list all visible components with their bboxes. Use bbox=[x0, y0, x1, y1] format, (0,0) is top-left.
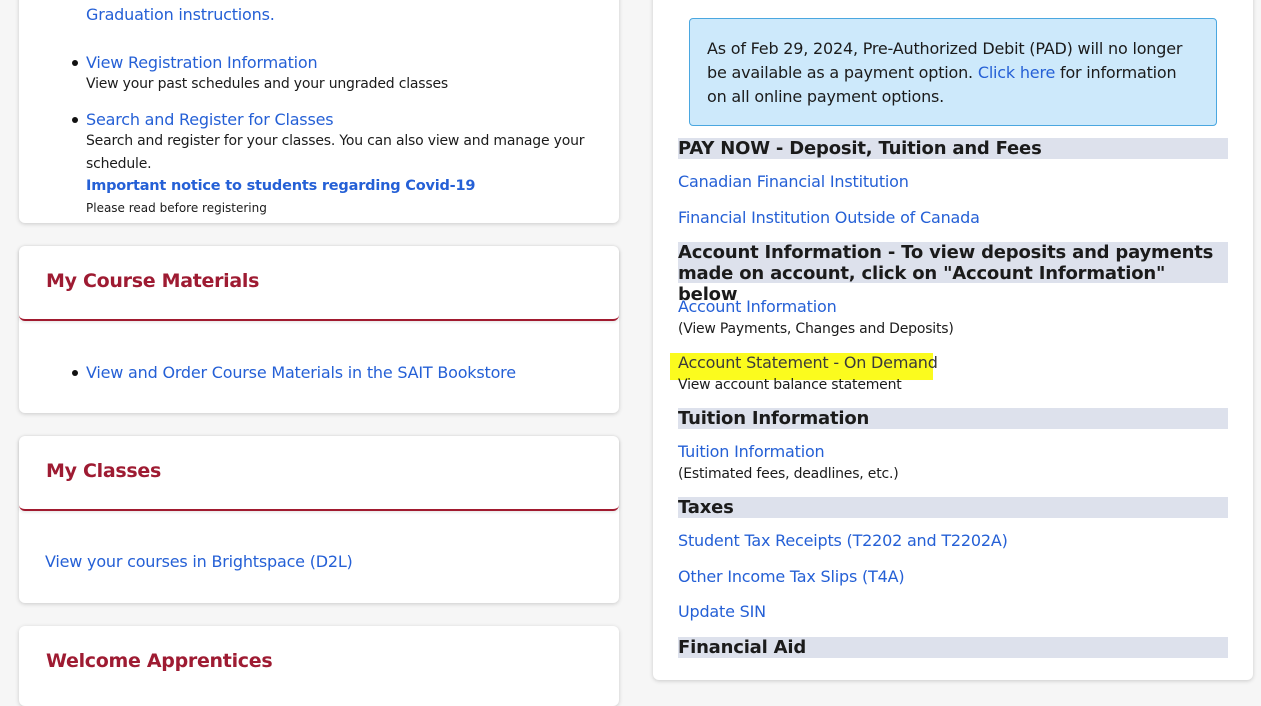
financial-aid-heading: Financial Aid bbox=[678, 637, 1228, 658]
tuition-info-heading: Tuition Information bbox=[678, 408, 1228, 429]
card-title: My Classes bbox=[46, 460, 161, 482]
pay-now-heading: PAY NOW - Deposit, Tuition and Fees bbox=[678, 138, 1228, 159]
card-title: Welcome Apprentices bbox=[46, 650, 273, 672]
course-materials-links: View and Order Course Materials in the S… bbox=[19, 362, 619, 383]
account-info-desc: (View Payments, Changes and Deposits) bbox=[678, 321, 954, 337]
card-header: My Classes bbox=[19, 436, 619, 511]
view-registration-info-link[interactable]: View Registration Information bbox=[86, 52, 619, 73]
account-statement-link[interactable]: Account Statement - On Demand bbox=[678, 353, 938, 372]
update-sin-link[interactable]: Update SIN bbox=[678, 602, 766, 621]
other-tax-slips-link[interactable]: Other Income Tax Slips (T4A) bbox=[678, 567, 905, 586]
search-register-classes-link[interactable]: Search and Register for Classes bbox=[86, 109, 619, 130]
card-title: My Course Materials bbox=[46, 270, 260, 292]
bullet-icon bbox=[72, 370, 78, 376]
tuition-information-link[interactable]: Tuition Information bbox=[678, 442, 825, 461]
alert-click-here-link[interactable]: Click here bbox=[978, 63, 1055, 82]
sait-bookstore-link[interactable]: View and Order Course Materials in the S… bbox=[86, 363, 516, 382]
bullet-icon bbox=[72, 60, 78, 66]
registration-card: Graduation instructions. View Registrati… bbox=[19, 0, 619, 223]
account-statement-desc: View account balance statement bbox=[678, 377, 902, 393]
covid-notice-link[interactable]: Important notice to students regarding C… bbox=[86, 176, 619, 197]
registration-info-desc: View your past schedules and your ungrad… bbox=[86, 76, 448, 92]
list-item: Search and Register for Classes Search a… bbox=[19, 109, 619, 219]
brightspace-link[interactable]: View your courses in Brightspace (D2L) bbox=[45, 552, 353, 571]
apprentices-card: Welcome Apprentices bbox=[19, 626, 619, 706]
covid-notice-sub: Please read before registering bbox=[86, 201, 267, 215]
tuition-info-desc: (Estimated fees, deadlines, etc.) bbox=[678, 466, 899, 482]
registration-links: View Registration Information View your … bbox=[19, 52, 619, 219]
card-header: My Course Materials bbox=[19, 246, 619, 321]
canadian-financial-institution-link[interactable]: Canadian Financial Institution bbox=[678, 172, 909, 191]
account-info-heading: Account Information - To view deposits a… bbox=[678, 242, 1228, 305]
course-materials-card: My Course Materials View and Order Cours… bbox=[19, 246, 619, 413]
list-item: View and Order Course Materials in the S… bbox=[19, 362, 619, 383]
outside-canada-institution-link[interactable]: Financial Institution Outside of Canada bbox=[678, 208, 980, 227]
pad-alert: As of Feb 29, 2024, Pre-Authorized Debit… bbox=[689, 18, 1217, 126]
account-information-link[interactable]: Account Information bbox=[678, 297, 837, 316]
search-register-desc: Search and register for your classes. Yo… bbox=[86, 133, 585, 172]
student-tax-receipts-link[interactable]: Student Tax Receipts (T2202 and T2202A) bbox=[678, 531, 1008, 550]
taxes-heading: Taxes bbox=[678, 497, 1228, 518]
list-item: View Registration Information View your … bbox=[19, 52, 619, 109]
classes-card: My Classes View your courses in Brightsp… bbox=[19, 436, 619, 603]
bullet-icon bbox=[72, 117, 78, 123]
graduation-instructions-link[interactable]: Graduation instructions. bbox=[86, 5, 275, 24]
